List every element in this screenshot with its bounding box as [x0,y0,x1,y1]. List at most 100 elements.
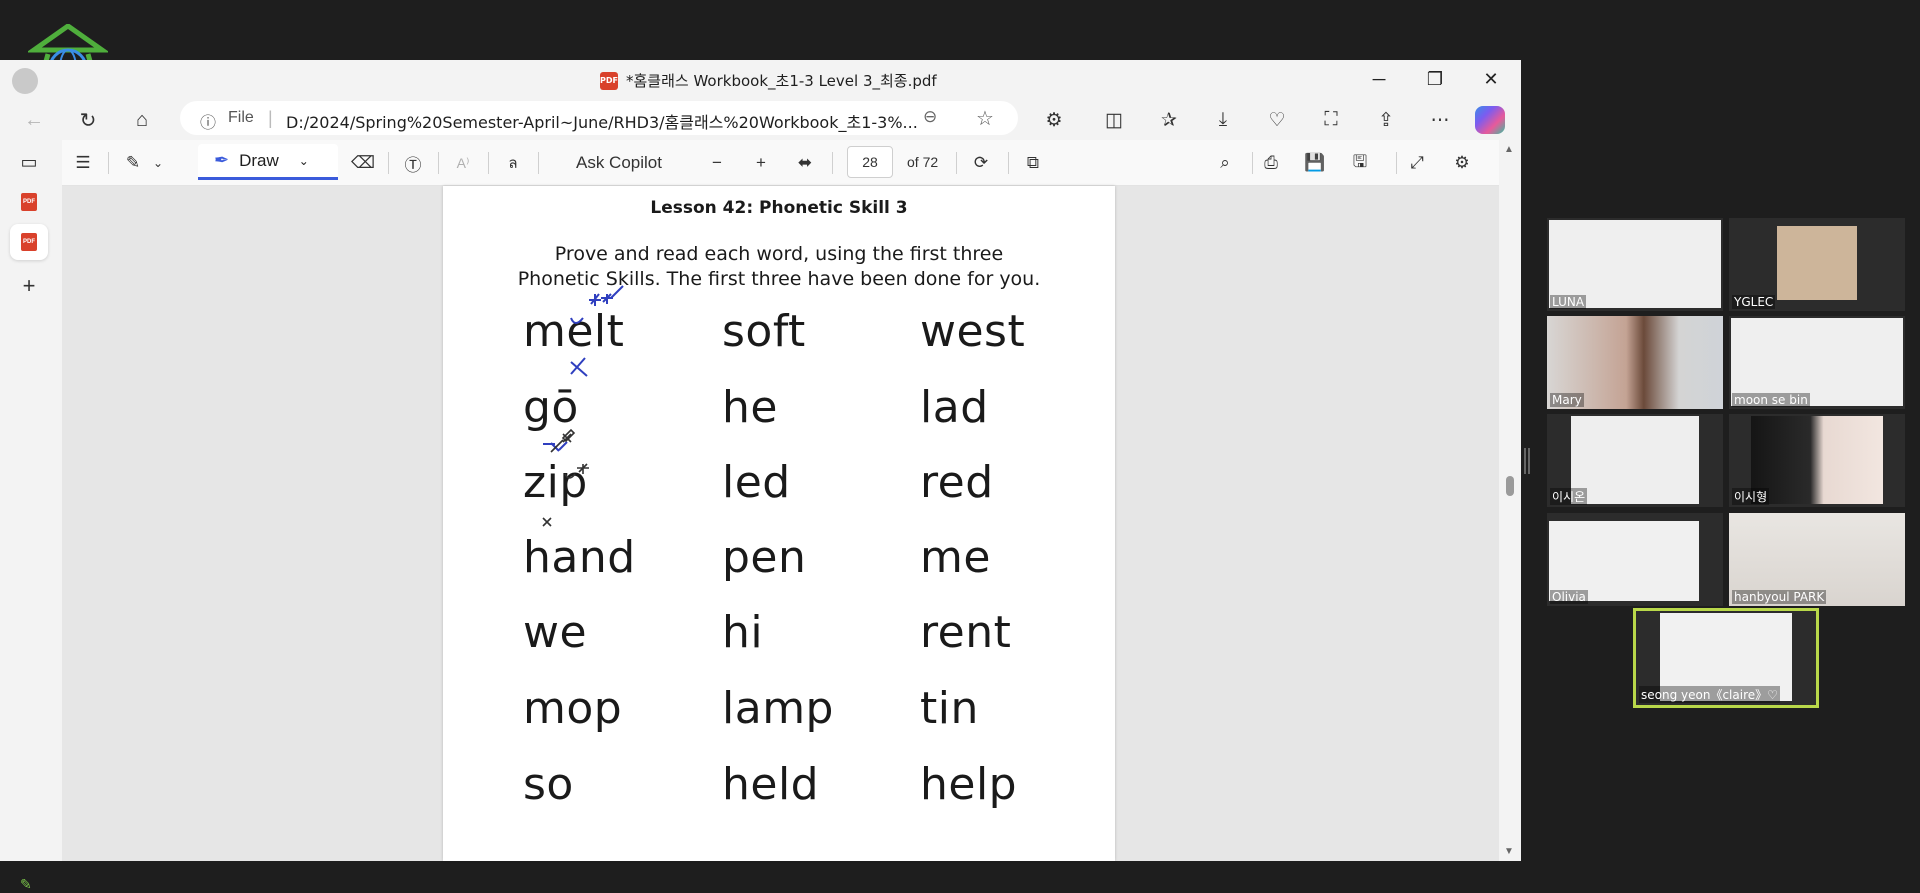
extensions-icon[interactable]: ⚙ [1037,104,1071,136]
eraser-icon[interactable]: ⌫ [348,148,378,178]
participant-tile[interactable]: 이시형 [1729,414,1905,507]
toolbar-divider [1252,152,1253,174]
participant-name: Olivia [1550,590,1588,604]
zoom-in-plus-icon[interactable]: + [746,148,776,178]
participant-tile[interactable]: LUNA [1547,218,1723,311]
window-title-text: *홈클래스 Workbook_초1-3 Level 3_최종.pdf [626,72,937,90]
translate-icon[interactable]: ล [498,148,528,178]
tab-pdf-1[interactable]: PDF [10,184,48,220]
rotate-icon[interactable]: ⟳ [966,148,996,178]
draw-label: Draw [239,150,279,170]
vertical-tabs-sidebar: ▭ PDF PDF + [0,140,58,861]
save-as-icon[interactable]: 🖫 [1345,148,1375,178]
home-icon[interactable]: ⌂ [126,104,158,136]
video-feed [1571,416,1699,504]
browser-essentials-icon[interactable]: ♡ [1260,104,1294,136]
vertical-scrollbar[interactable]: ▲ ▼ [1499,140,1521,861]
favorite-star-icon[interactable]: ☆ [976,106,994,131]
pdf-toolbar: ☰ ✎ ⌄ ✒ Draw ⌄ ⌫ Ⓣ A⁾ ล Ask Copilot − + … [62,140,1499,186]
toolbar-divider [1396,152,1397,174]
participant-tile[interactable]: Mary [1547,316,1723,409]
ask-copilot-button[interactable]: Ask Copilot [576,153,662,173]
profile-avatar[interactable] [12,68,38,94]
toolbar-divider [538,152,539,174]
scroll-down-icon[interactable]: ▼ [1504,846,1514,857]
new-tab-plus-icon[interactable]: + [10,268,48,304]
settings-gear-icon[interactable]: ⚙ [1447,148,1477,178]
participant-tile[interactable]: hanbyoul PARK [1729,513,1905,606]
scroll-thumb[interactable] [1506,476,1514,496]
chevron-down-icon[interactable]: ⌄ [299,154,309,168]
split-screen-icon[interactable]: ◫ [1097,104,1131,136]
info-icon[interactable]: ⓘ [200,109,216,133]
downloads-icon[interactable]: ⤓ [1206,104,1240,136]
back-arrow-icon[interactable]: ← [18,104,50,136]
participant-tile-active-speaker[interactable]: seong yeon《claire》♡ [1633,608,1819,708]
copilot-icon[interactable] [1475,106,1505,134]
search-icon[interactable]: ⌕ [1210,148,1240,178]
fit-width-icon[interactable]: ⬌ [790,148,820,178]
screenshot-icon[interactable]: ⛶ [1314,104,1348,136]
save-icon[interactable]: 💾 [1300,148,1330,178]
restore-icon[interactable]: ❐ [1412,66,1458,92]
share-icon[interactable]: ⇪ [1369,104,1403,136]
page-view-icon[interactable]: ⧉ [1018,148,1048,178]
pdf-icon: PDF [600,71,618,90]
panel-resize-handle[interactable] [1524,448,1530,474]
tab-actions-icon[interactable]: ▭ [10,144,48,180]
zoom-out-minus-icon[interactable]: − [702,148,732,178]
video-feed [1777,226,1857,300]
participant-name: Mary [1550,393,1584,407]
participant-name: YGLEC [1732,295,1776,309]
more-menu-icon[interactable]: ⋯ [1423,104,1457,136]
url-separator: | [268,108,273,128]
video-feed [1549,521,1699,601]
close-icon[interactable]: ✕ [1468,66,1514,92]
page-total: of 72 [907,154,939,170]
participant-name: 이시온 [1550,488,1588,505]
add-text-icon[interactable]: Ⓣ [398,148,428,178]
participant-tile[interactable]: Olivia [1547,513,1723,606]
participant-name: moon se bin [1732,393,1810,407]
participant-tile[interactable]: moon se bin [1729,316,1905,409]
pen-icon: ✒ [214,150,230,170]
fullscreen-icon[interactable]: ⤢ [1402,148,1432,178]
url-text[interactable]: D:/2024/Spring%20Semester-April~June/RHD… [286,109,918,133]
chevron-down-icon[interactable]: ⌄ [148,148,168,178]
window-title: PDF *홈클래스 Workbook_초1-3 Level 3_최종.pdf [600,70,937,91]
ink-annotations [542,285,624,527]
contents-list-icon[interactable]: ☰ [68,148,98,178]
participant-name: 이시형 [1732,488,1770,505]
video-feed [1751,416,1883,504]
pdf-icon: PDF [21,233,37,251]
toolbar-divider [956,152,957,174]
zoom-out-icon[interactable]: ⊖ [923,107,937,127]
participant-tile[interactable]: YGLEC [1729,218,1905,311]
document-viewer[interactable]: Lesson 42: Phonetic Skill 3 Prove and re… [62,186,1499,861]
participant-tile[interactable]: 이시온 [1547,414,1723,507]
participant-name: LUNA [1550,295,1587,309]
toolbar-divider [108,152,109,174]
annotation-pen-icon[interactable]: ✎ [20,876,32,893]
print-icon[interactable]: ⎙ [1256,148,1286,178]
draw-button[interactable]: ✒ Draw ⌄ [198,144,338,180]
toolbar-divider [438,152,439,174]
tab-pdf-2-active[interactable]: PDF [10,224,48,260]
toolbar-divider [832,152,833,174]
refresh-icon[interactable]: ↻ [72,104,104,136]
title-bar: PDF *홈클래스 Workbook_초1-3 Level 3_최종.pdf ─… [0,60,1521,98]
pdf-icon: PDF [21,193,37,211]
toolbar-divider [488,152,489,174]
read-aloud-icon: A⁾ [456,154,470,171]
toolbar-divider [1008,152,1009,174]
pdf-page: Lesson 42: Phonetic Skill 3 Prove and re… [443,186,1115,861]
address-row: ← ↻ ⌂ ⓘ File | D:/2024/Spring%20Semester… [0,98,1521,140]
favorites-icon[interactable]: ✰ [1152,104,1186,136]
participant-name: seong yeon《claire》♡ [1639,686,1780,703]
file-label: File [228,109,254,126]
highlight-icon[interactable]: ✎ [118,148,148,178]
page-number-input[interactable]: 28 [847,146,893,178]
address-bar[interactable]: ⓘ File | D:/2024/Spring%20Semester-April… [180,101,1018,135]
minimize-icon[interactable]: ─ [1356,66,1402,92]
scroll-up-icon[interactable]: ▲ [1504,144,1514,155]
